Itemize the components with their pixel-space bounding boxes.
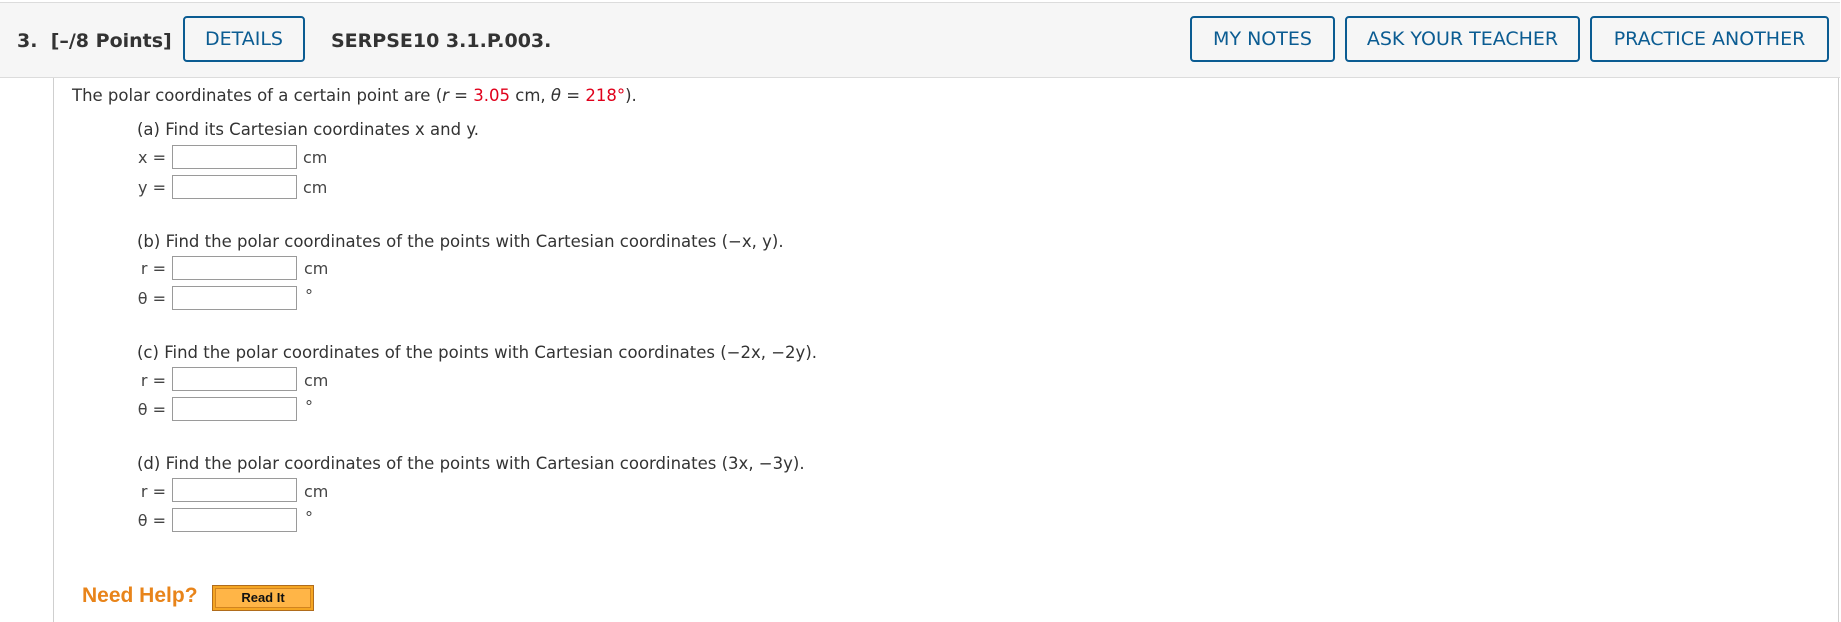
c-theta-label: θ = <box>137 400 166 419</box>
read-it-button[interactable]: Read It <box>212 585 314 611</box>
d-theta-label: θ = <box>137 511 166 530</box>
question-header: 3. [–/8 Points] DETAILS SERPSE10 3.1.P.0… <box>0 2 1840 78</box>
b-theta-input[interactable] <box>172 286 297 310</box>
part-c-prompt: (c) Find the polar coordinates of the po… <box>137 343 818 362</box>
b-r-input[interactable] <box>172 256 297 280</box>
equals: = <box>448 86 474 105</box>
theta-symbol: θ <box>550 86 562 105</box>
c-theta-unit: ° <box>305 397 313 416</box>
intro-suffix: ). <box>625 86 637 105</box>
problem-statement: The polar coordinates of a certain point… <box>72 86 637 105</box>
intro-prefix: The polar coordinates of a certain point… <box>72 86 443 105</box>
part-b-prompt: (b) Find the polar coordinates of the po… <box>137 232 784 251</box>
c-r-label: r = <box>140 371 166 390</box>
x-label: x = <box>138 148 166 167</box>
r-symbol: r <box>442 86 449 105</box>
question-number: 3. [–/8 Points] <box>17 30 172 52</box>
need-help-label: Need Help? <box>82 584 198 607</box>
read-it-label: Read It <box>215 588 311 608</box>
d-theta-unit: ° <box>305 508 313 527</box>
d-r-label: r = <box>140 482 166 501</box>
y-unit: cm <box>303 178 328 197</box>
r-unit: cm, <box>510 86 551 105</box>
b-r-unit: cm <box>304 259 329 278</box>
my-notes-button[interactable]: MY NOTES <box>1190 16 1335 62</box>
details-button[interactable]: DETAILS <box>183 16 305 62</box>
theta-value: 218° <box>585 86 626 105</box>
d-theta-input[interactable] <box>172 508 297 532</box>
part-a-prompt: (a) Find its Cartesian coordinates x and… <box>137 120 480 139</box>
b-r-label: r = <box>140 259 166 278</box>
points-label: [–/8 Points] <box>50 30 172 52</box>
practice-another-button[interactable]: PRACTICE ANOTHER <box>1590 16 1829 62</box>
c-theta-input[interactable] <box>172 397 297 421</box>
ask-your-teacher-button[interactable]: ASK YOUR TEACHER <box>1345 16 1580 62</box>
problem-code: SERPSE10 3.1.P.003. <box>331 30 552 52</box>
b-theta-unit: ° <box>305 286 313 305</box>
c-r-input[interactable] <box>172 367 297 391</box>
y-label: y = <box>138 178 166 197</box>
r-value: 3.05 <box>473 86 511 105</box>
c-r-unit: cm <box>304 371 329 390</box>
y-input[interactable] <box>172 175 297 199</box>
part-d-prompt: (d) Find the polar coordinates of the po… <box>137 454 805 473</box>
d-r-input[interactable] <box>172 478 297 502</box>
x-unit: cm <box>303 148 328 167</box>
question-number-text: 3. <box>17 30 38 52</box>
d-r-unit: cm <box>304 482 329 501</box>
x-input[interactable] <box>172 145 297 169</box>
equals: = <box>561 86 586 105</box>
b-theta-label: θ = <box>137 289 166 308</box>
